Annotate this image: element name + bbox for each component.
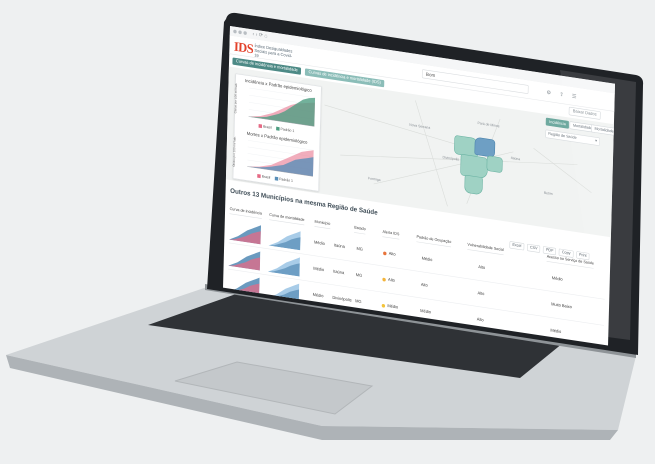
scene: ‹ › ⟳ ⌂ IDS Índice Desigualdades Sociais… <box>0 0 655 464</box>
share-icon[interactable]: ⇪ <box>559 91 567 98</box>
map-label: Pará de Minas <box>477 121 500 129</box>
window-close-icon[interactable] <box>233 29 237 34</box>
map-label: Betim <box>543 191 553 197</box>
legend-swatch <box>275 126 280 131</box>
legend-label: Padrão 1 <box>280 127 295 134</box>
chevron-down-icon: ▾ <box>595 138 598 144</box>
alert-dot-icon <box>382 277 386 282</box>
legend-swatch <box>257 173 261 179</box>
region-select-value: Região de Saúde <box>548 131 577 141</box>
vulnerability-cell: Alto <box>477 291 485 297</box>
legend-label: Padrão 1 <box>279 177 293 184</box>
settings-icon[interactable]: ⚙ <box>546 89 554 96</box>
chart-ylabel-mortality: Óbitos por 100 mil hab. <box>232 135 237 168</box>
selected-municipality-shape[interactable] <box>474 136 496 158</box>
incidence-sparkline[interactable] <box>228 246 261 271</box>
health-access-cell: Médio <box>550 328 562 335</box>
legend-label: Brasil <box>261 175 271 180</box>
municipality-cell: Divinópolis <box>332 295 352 303</box>
vulnerability-cell: Alto <box>478 265 486 271</box>
occupation-cell: Alto <box>420 282 428 288</box>
col-ids-alert[interactable]: Alerta IDS <box>382 228 400 240</box>
ids-value-cell: Médio <box>313 266 325 273</box>
health-region-shape[interactable] <box>464 174 483 196</box>
vulnerability-cell: Alto <box>476 317 484 323</box>
health-region-shape[interactable] <box>486 155 503 174</box>
mortality-sparkline[interactable] <box>267 251 300 277</box>
health-access-cell: Muito Baixo <box>551 302 572 310</box>
window-maximize-icon[interactable] <box>243 31 247 36</box>
alert-cell: Alto <box>388 277 395 284</box>
health-access-cell: Médio <box>551 276 563 282</box>
municipality-cell: Itaúna <box>333 269 345 276</box>
chart-ylabel-incidence: Casos por 100 mil hab. <box>233 82 239 114</box>
col-state[interactable]: Estado <box>354 223 366 235</box>
browser-nav-icons[interactable]: ‹ › ⟳ ⌂ <box>252 31 267 40</box>
map-tab-incidence[interactable]: Incidência <box>545 117 570 129</box>
incidence-sparkline[interactable] <box>228 219 262 245</box>
occupation-cell: Médio <box>420 308 432 315</box>
legend-swatch <box>258 124 263 129</box>
map-label: Divinópolis <box>442 155 459 162</box>
mortality-sparkline[interactable] <box>268 225 301 251</box>
menu-icon[interactable]: ☰ <box>572 93 580 100</box>
alert-cell: Alto <box>388 251 396 257</box>
legend-label: Brasil <box>263 125 272 130</box>
export-csv-button[interactable]: CSV <box>526 243 541 253</box>
alert-dot-icon <box>381 303 386 308</box>
epidemiological-charts-card: Incidência x Padrão epidemiológico Casos… <box>232 73 322 192</box>
ids-value-cell: Médio <box>312 292 324 299</box>
occupation-cell: Médio <box>421 256 433 263</box>
export-excel-button[interactable]: Excel <box>509 241 525 251</box>
window-minimize-icon[interactable] <box>238 30 242 35</box>
legend-swatch <box>274 176 279 181</box>
map-label: Nova Serrana <box>409 123 431 131</box>
alert-dot-icon <box>383 251 387 256</box>
state-cell: MG <box>355 299 362 305</box>
map-label: Formiga <box>367 176 381 183</box>
state-cell: MG <box>355 272 363 279</box>
ids-value-cell: Médio <box>313 240 325 247</box>
ids-logo[interactable]: IDS <box>234 39 253 57</box>
map-tab-mortality-ids[interactable]: Mortalidade <box>590 124 616 137</box>
alert-cell: Médio <box>387 303 399 310</box>
municipality-cell: Itaúna <box>333 243 345 250</box>
header-icons: ⚙ ⇪ ☰ <box>546 89 579 101</box>
col-municipality[interactable]: Município <box>314 217 331 230</box>
state-cell: MG <box>356 246 363 252</box>
